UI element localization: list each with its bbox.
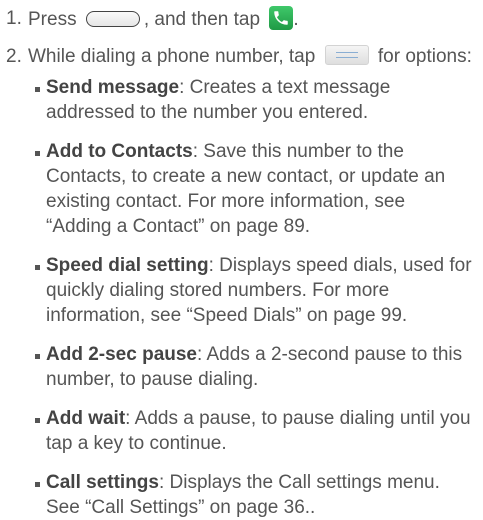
step-1: 1. Press , and then tap . bbox=[6, 6, 475, 34]
option-term: Send message bbox=[46, 77, 180, 98]
menu-key-icon bbox=[324, 44, 369, 65]
option-term: Call settings bbox=[46, 472, 159, 493]
list-item: Add 2-sec pause: Adds a 2-second pause t… bbox=[34, 342, 475, 392]
step-number: 2. bbox=[6, 46, 22, 67]
option-term: Add wait bbox=[46, 408, 126, 429]
step-text: Press , and then tap . bbox=[28, 6, 475, 34]
option-term: Speed dial setting bbox=[46, 255, 209, 276]
list-item: Add wait: Adds a pause, to pause dialing… bbox=[34, 406, 475, 456]
option-term: Add 2-sec pause bbox=[46, 344, 197, 365]
step-number: 1. bbox=[6, 8, 22, 29]
option-term: Add to Contacts bbox=[46, 141, 193, 162]
list-item: Add to Contacts: Save this number to the… bbox=[34, 139, 475, 239]
options-list: Send message: Creates a text message add… bbox=[34, 75, 475, 520]
phone-app-icon bbox=[269, 6, 294, 30]
list-item: Speed dial setting: Displays speed dials… bbox=[34, 253, 475, 328]
list-item: Send message: Creates a text message add… bbox=[34, 75, 475, 125]
document-page: 1. Press , and then tap . 2. While diali… bbox=[0, 0, 483, 518]
list-item: Call settings: Displays the Call setting… bbox=[34, 470, 475, 520]
step-text: While dialing a phone number, tap for op… bbox=[28, 44, 472, 67]
step-2: 2. While dialing a phone number, tap for… bbox=[6, 44, 475, 69]
home-key-icon bbox=[85, 10, 140, 27]
